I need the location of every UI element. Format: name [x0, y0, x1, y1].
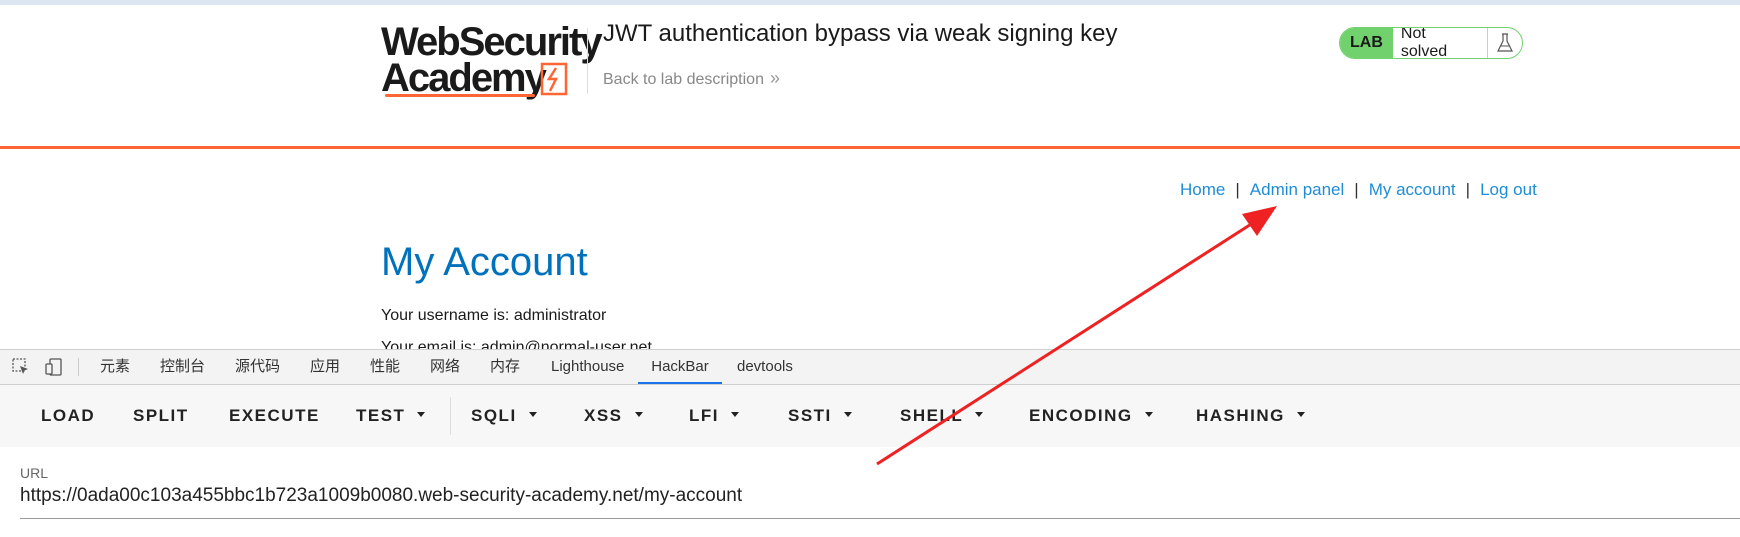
inspect-element-icon[interactable]: [11, 357, 31, 377]
xss-dropdown[interactable]: XSS: [584, 385, 643, 447]
lab-status-widget: LAB Not solved: [1339, 27, 1523, 59]
nav-separator: |: [1235, 180, 1240, 199]
tab-hackbar[interactable]: HackBar: [638, 350, 722, 384]
tab-elements[interactable]: 元素: [100, 350, 130, 384]
nav-log-out-link[interactable]: Log out: [1480, 180, 1537, 199]
url-field-label: URL: [20, 465, 49, 481]
load-button[interactable]: LOAD: [41, 385, 95, 447]
caret-down-icon: [731, 412, 739, 418]
lfi-label: LFI: [689, 406, 719, 425]
flask-icon[interactable]: [1487, 28, 1522, 58]
xss-label: XSS: [584, 406, 623, 425]
ssti-dropdown[interactable]: SSTI: [788, 385, 852, 447]
split-button[interactable]: SPLIT: [133, 385, 189, 447]
sqli-label: SQLI: [471, 406, 517, 425]
tab-lighthouse[interactable]: Lighthouse: [551, 350, 624, 384]
tab-memory[interactable]: 内存: [490, 350, 520, 384]
header-orange-rule: [0, 146, 1740, 149]
encoding-dropdown[interactable]: ENCODING: [1029, 385, 1153, 447]
caret-down-icon: [417, 412, 426, 418]
hashing-label: HASHING: [1196, 406, 1285, 425]
web-security-academy-logo[interactable]: WebSecurity Academy: [381, 20, 603, 100]
shell-label: SHELL: [900, 406, 964, 425]
caret-down-icon: [634, 412, 643, 418]
lab-badge: LAB: [1340, 28, 1393, 58]
tab-network[interactable]: 网络: [430, 350, 460, 384]
caret-down-icon: [975, 412, 984, 418]
nav-separator: |: [1465, 180, 1471, 199]
back-to-lab-description-link[interactable]: Back to lab description »: [603, 68, 780, 89]
device-toolbar-icon[interactable]: [44, 357, 64, 377]
back-link-label: Back to lab description: [603, 71, 764, 88]
lab-title: JWT authentication bypass via weak signi…: [603, 20, 1118, 47]
nav-separator: |: [1354, 180, 1359, 199]
devtools-tab-bar: 元素 控制台 源代码 应用 性能 网络 内存 Lighthouse HackBa…: [0, 349, 1740, 385]
tab-performance[interactable]: 性能: [370, 350, 400, 384]
caret-down-icon: [1144, 412, 1153, 418]
ssti-label: SSTI: [788, 406, 832, 425]
sqli-dropdown[interactable]: SQLI: [471, 385, 537, 447]
url-input[interactable]: https://0ada00c103a455bbc1b723a1009b0080…: [20, 485, 742, 507]
nav-home-link[interactable]: Home: [1180, 180, 1225, 199]
caret-down-icon: [528, 412, 537, 418]
tab-application[interactable]: 应用: [310, 350, 340, 384]
encoding-label: ENCODING: [1029, 406, 1133, 425]
logo-line-1: WebSecurity: [381, 20, 603, 64]
devtools-panel: 元素 控制台 源代码 应用 性能 网络 内存 Lighthouse HackBa…: [0, 349, 1740, 537]
test-dropdown[interactable]: TEST: [356, 385, 426, 447]
tab-devtools[interactable]: devtools: [737, 350, 793, 384]
execute-button[interactable]: EXECUTE: [229, 385, 320, 447]
hackbar-toolbar: LOAD SPLIT EXECUTE TEST SQLI XSS LFI SST…: [0, 385, 1740, 447]
browser-top-border: [0, 0, 1740, 5]
double-chevron-right-icon: »: [769, 68, 780, 88]
lfi-dropdown[interactable]: LFI: [689, 385, 739, 447]
url-input-underline: [20, 518, 1740, 519]
tab-sources[interactable]: 源代码: [235, 350, 280, 384]
lab-status-text: Not solved: [1400, 27, 1448, 59]
hashing-dropdown[interactable]: HASHING: [1196, 385, 1305, 447]
logo-bolt-icon: [540, 62, 568, 96]
top-navigation: Home | Admin panel | My account | Log out: [1180, 180, 1537, 200]
toolbar-separator: [450, 397, 451, 435]
devtools-separator: [78, 358, 79, 376]
logo-underline: [385, 94, 535, 97]
tab-console[interactable]: 控制台: [160, 350, 205, 384]
caret-down-icon: [843, 412, 852, 418]
header-divider: [587, 28, 588, 94]
nav-admin-panel-link[interactable]: Admin panel: [1250, 180, 1345, 199]
page-title: My Account: [381, 240, 588, 284]
nav-my-account-link[interactable]: My account: [1369, 180, 1456, 199]
username-info: Your username is: administrator: [381, 307, 607, 324]
shell-dropdown[interactable]: SHELL: [900, 385, 984, 447]
test-label: TEST: [356, 406, 406, 425]
caret-down-icon: [1296, 412, 1305, 418]
